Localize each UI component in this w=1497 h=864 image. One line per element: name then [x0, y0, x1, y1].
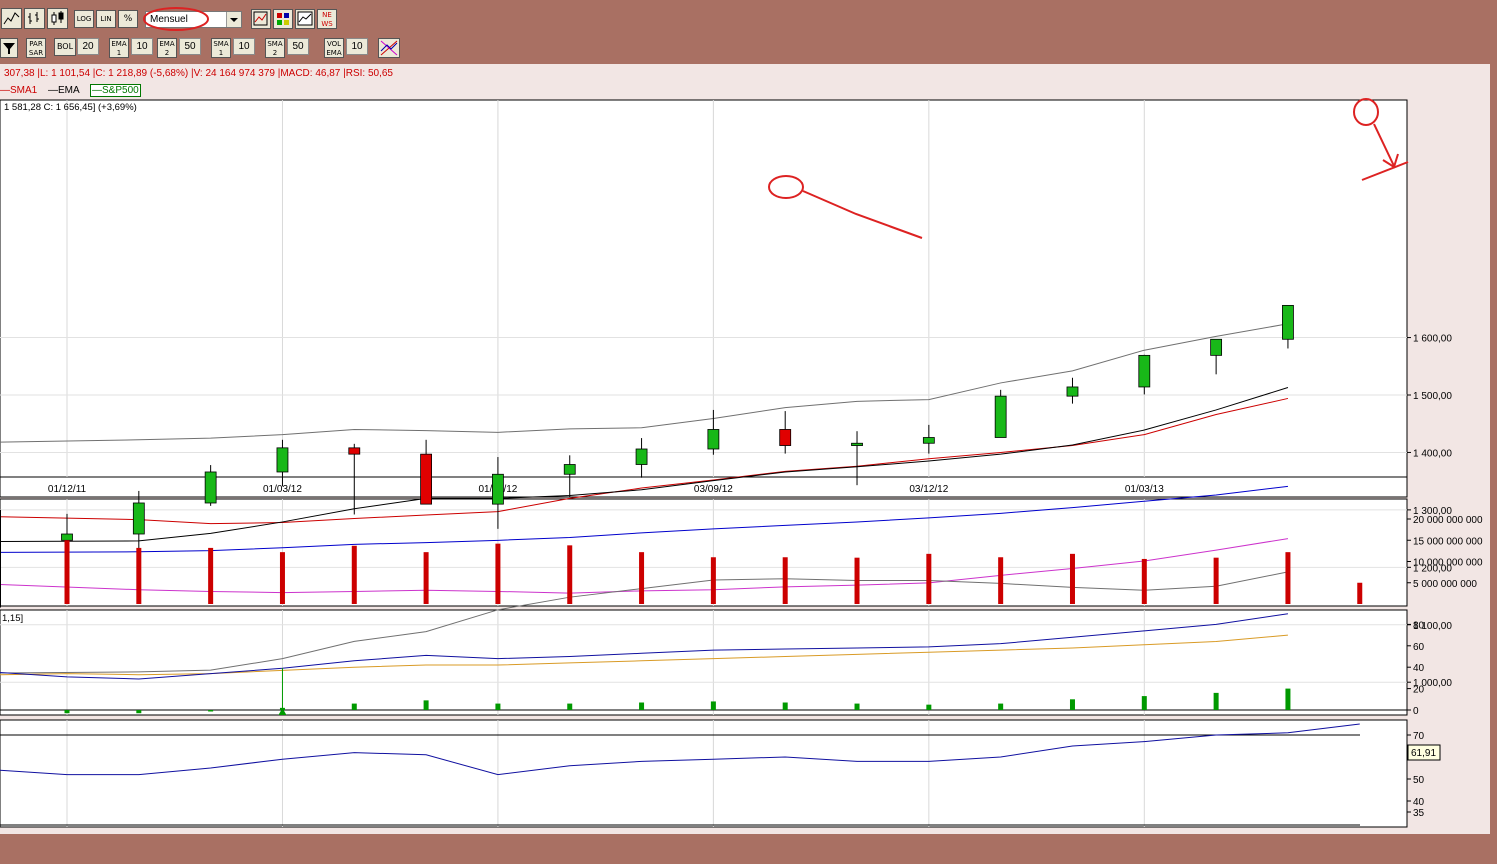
volume-bar — [710, 557, 716, 604]
candle-body — [1282, 304, 1294, 340]
y-tick-label: 20 000 000 000 — [1413, 515, 1483, 526]
volume-bar — [351, 545, 357, 604]
y-tick-label: 5 000 000 000 — [1413, 579, 1477, 590]
macd-histogram-bar — [926, 704, 932, 710]
quote-line: 1 581,28 C: 1 656,45] (+3,69%) — [4, 102, 137, 113]
macd-histogram-bar — [639, 702, 645, 710]
macd-histogram-bar — [710, 701, 716, 710]
y-tick-label: 40 — [1413, 663, 1425, 674]
x-tick-label: 01/03/13 — [1125, 484, 1164, 495]
volume-bar — [208, 547, 214, 604]
candle-body — [922, 437, 935, 444]
annotation-circle — [143, 7, 209, 31]
candle-body — [132, 502, 145, 535]
volume-bar — [639, 552, 645, 604]
macd-histogram-bar — [1285, 688, 1291, 710]
volume-bar — [495, 543, 501, 604]
macd-histogram-bar — [351, 703, 357, 710]
y-tick-label: 60 — [1413, 642, 1425, 653]
macd-histogram-bar — [782, 702, 788, 710]
candle-body — [1210, 338, 1223, 356]
volume-bar — [136, 547, 142, 604]
candle-body — [276, 447, 289, 473]
candle-body — [204, 471, 217, 504]
y-tick-label: 1 400,00 — [1413, 448, 1452, 459]
volume-bar — [279, 552, 285, 604]
volume-bar — [1285, 552, 1291, 604]
candle-body — [1066, 386, 1079, 397]
info-line: 307,38 |L: 1 101,54 |C: 1 218,89 (-5,68%… — [4, 68, 393, 79]
candle-body — [779, 429, 792, 446]
candle-body — [420, 453, 433, 505]
y-tick-label: 35 — [1413, 808, 1425, 819]
legend-sma1: —SMA1 — [0, 85, 38, 96]
candle-body — [492, 473, 504, 505]
volume-bar — [782, 557, 788, 604]
candle-body — [61, 533, 73, 541]
candle-body — [707, 429, 720, 450]
chart-canvas[interactable]: 01/12/1101/03/1201/06/1203/09/1203/12/12… — [0, 0, 1497, 864]
volume-bar — [423, 552, 429, 604]
macd-histogram-bar — [1213, 692, 1219, 710]
rsi-panel — [0, 719, 1408, 828]
x-tick-label: 03/09/12 — [694, 484, 733, 495]
macd-histogram-bar — [1069, 699, 1075, 710]
candle-body — [348, 447, 361, 455]
macd-histogram-bar — [1141, 696, 1147, 710]
rsi-current-value: 61,91 — [1411, 748, 1436, 759]
x-tick-label: 03/12/12 — [909, 484, 948, 495]
y-tick-label: 40 — [1413, 797, 1425, 808]
legend-sp500: —S&P500 — [90, 84, 141, 97]
volume-bar — [1141, 558, 1147, 604]
macd-histogram-bar — [136, 710, 142, 714]
macd-histogram-bar — [423, 700, 429, 710]
y-tick-label: 70 — [1413, 731, 1425, 742]
y-tick-label: 1 500,00 — [1413, 391, 1452, 402]
volume-bar — [64, 540, 70, 604]
y-tick-label: 20 — [1413, 685, 1425, 696]
volume-bar — [1213, 557, 1219, 604]
macd-histogram-bar — [495, 703, 501, 710]
volume-bar — [926, 553, 932, 604]
y-tick-label: 0 — [1413, 706, 1419, 717]
y-tick-label: 80 — [1413, 620, 1425, 631]
candle-body — [851, 442, 863, 446]
macd-histogram-bar — [854, 703, 860, 710]
candle-body — [563, 464, 576, 475]
volume-bar — [567, 545, 573, 604]
right-edge — [1490, 64, 1497, 834]
y-tick-label: 1 600,00 — [1413, 334, 1452, 345]
y-tick-label: 50 — [1413, 775, 1425, 786]
y-tick-label: 10 000 000 000 — [1413, 558, 1483, 569]
macd-histogram-bar — [998, 703, 1004, 710]
candle-body — [635, 448, 648, 465]
legend-ema: —EMA — [48, 85, 80, 96]
volume-bar — [854, 557, 860, 604]
volume-bar — [1069, 553, 1075, 604]
x-tick-label: 01/12/11 — [48, 484, 87, 495]
status-bar — [0, 836, 1493, 864]
candle-body — [994, 395, 1007, 438]
macd-histogram-bar — [64, 710, 70, 714]
macd-label: 1,15] — [2, 613, 24, 624]
y-tick-label: 15 000 000 000 — [1413, 536, 1483, 547]
candle-body — [1138, 354, 1151, 388]
macd-histogram-bar — [567, 703, 573, 710]
volume-bar — [1357, 582, 1363, 604]
macd-histogram-bar — [208, 710, 214, 712]
volume-bar — [998, 557, 1004, 604]
